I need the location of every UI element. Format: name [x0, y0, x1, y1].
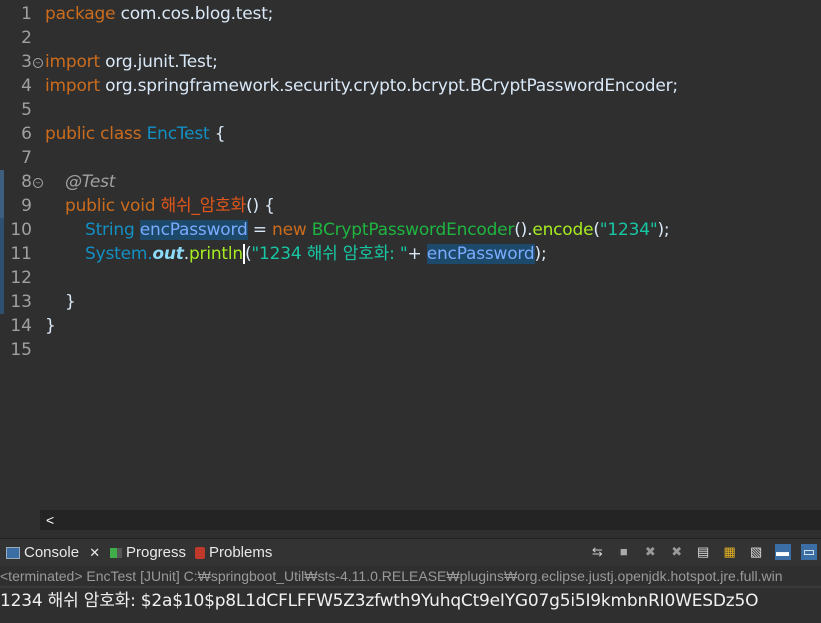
line-number: 15	[10, 340, 32, 360]
annotation: @Test	[65, 172, 116, 192]
tab-label: Progress	[126, 544, 187, 561]
code-line: String encPassword = new BCryptPasswordE…	[85, 218, 670, 242]
terminate-icon[interactable]: ■	[616, 544, 632, 560]
code-line: System.out.println ("1234 해쉬 암호화: "+ encP…	[85, 242, 547, 266]
code-text: {	[209, 124, 226, 144]
keyword: public class	[45, 124, 142, 144]
tab-label: Console	[24, 544, 80, 561]
clear-console-icon[interactable]: ▤	[695, 544, 711, 560]
console-output-line[interactable]: 1234 해쉬 암호화: $2a$10$p8L1dCFLFFW5Z3zfwth9…	[0, 588, 821, 614]
code-text: org.springframework.security.crypto.bcry…	[99, 76, 678, 96]
method-call: println	[188, 244, 243, 264]
console-tab-bar: Console ✕ Progress Problems ⇆ ■ ✖ ✖ ▤ ▦ …	[0, 538, 821, 567]
progress-icon	[110, 548, 122, 559]
show-on-error-icon[interactable]: ▭	[801, 543, 817, 560]
line-number: 4	[21, 76, 32, 96]
string-literal: "1234 해쉬 암호화: "	[251, 244, 408, 264]
fold-toggle-icon[interactable]: −	[33, 58, 43, 68]
close-icon[interactable]: ✕	[89, 545, 100, 560]
keyword: import	[45, 76, 100, 96]
keyword: import	[45, 52, 100, 72]
type-name: String	[85, 220, 135, 240]
line-number: 1	[21, 4, 32, 24]
line-number: 14	[10, 316, 32, 336]
code-text: }	[45, 316, 56, 336]
code-line: package com.cos.blog.test;	[45, 2, 273, 26]
show-on-output-icon[interactable]: ▬	[774, 543, 791, 560]
line-number: 10	[10, 220, 32, 240]
code-line: }	[45, 314, 56, 338]
method-call: encode	[532, 220, 594, 240]
line-number-gutter: 1 2 3 4 5 6 7 8 9 10 11 12 13 14 15 − −	[0, 0, 43, 510]
code-line: public void 해쉬_암호화() {	[65, 194, 275, 218]
variable-highlight: encPassword	[139, 220, 248, 240]
tab-console[interactable]: Console ✕	[6, 539, 100, 567]
fold-toggle-icon[interactable]: −	[33, 178, 43, 188]
word-wrap-icon[interactable]: ▧	[748, 544, 764, 560]
keyword: new	[272, 220, 307, 240]
line-number: 12	[10, 268, 32, 288]
console-toolbar: ⇆ ■ ✖ ✖ ▤ ▦ ▧ ▬ ▭	[583, 543, 817, 563]
code-text: ().	[514, 220, 533, 240]
code-line: import org.junit.Test;	[45, 50, 218, 74]
line-number: 5	[21, 100, 32, 120]
tab-label: Problems	[209, 544, 273, 561]
code-text: }	[65, 292, 76, 312]
code-text: );	[534, 244, 547, 264]
line-number: 6	[21, 124, 32, 144]
line-number: 2	[21, 28, 32, 48]
code-text: =	[247, 220, 273, 240]
code-text: );	[657, 220, 670, 240]
method-name: 해쉬_암호화	[160, 196, 247, 216]
code-line: import org.springframework.security.cryp…	[45, 74, 678, 98]
keyword: package	[45, 4, 116, 24]
tab-problems[interactable]: Problems	[195, 539, 272, 567]
code-text: org.junit.Test;	[99, 52, 218, 72]
console-status-line: <terminated> EncTest [JUnit] C:₩springbo…	[0, 566, 821, 586]
line-number: 3	[21, 52, 32, 72]
code-text: +	[407, 244, 427, 264]
line-number: 11	[10, 244, 32, 264]
line-number: 9	[21, 196, 32, 216]
field-name: out	[152, 244, 184, 264]
problems-icon	[195, 547, 205, 560]
line-number: 13	[10, 292, 32, 312]
console-icon	[6, 547, 20, 560]
code-line: public class EncTest {	[45, 122, 226, 146]
line-number: 7	[21, 148, 32, 168]
code-editor[interactable]: 1 2 3 4 5 6 7 8 9 10 11 12 13 14 15 − − …	[0, 0, 821, 510]
line-number: 8	[21, 172, 32, 192]
remove-all-icon[interactable]: ✖	[669, 544, 685, 560]
string-literal: "1234"	[599, 220, 658, 240]
class-name: BCryptPasswordEncoder	[311, 220, 515, 240]
code-line: @Test	[65, 170, 115, 194]
scroll-left-arrow-icon[interactable]: <	[46, 510, 54, 530]
tab-progress[interactable]: Progress	[110, 539, 186, 567]
pin-icon[interactable]: ⇆	[589, 544, 605, 560]
code-text: () {	[246, 196, 275, 216]
class-name: System.	[85, 244, 153, 264]
horizontal-scrollbar[interactable]: <	[40, 510, 821, 530]
scroll-lock-icon[interactable]: ▦	[722, 544, 738, 560]
code-text: com.cos.blog.test;	[115, 4, 274, 24]
remove-launch-icon[interactable]: ✖	[642, 544, 658, 560]
code-line: }	[65, 290, 76, 314]
variable-highlight: encPassword	[426, 244, 535, 264]
keyword: public void	[65, 196, 156, 216]
class-name: EncTest	[146, 124, 210, 144]
